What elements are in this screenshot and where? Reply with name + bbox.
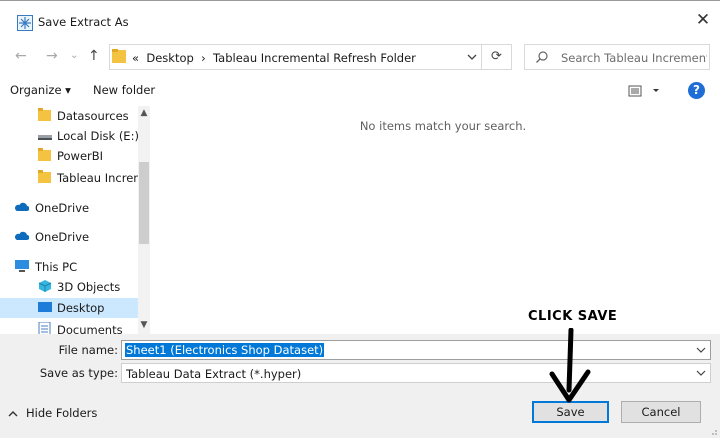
navigation-pane: Datasources Local Disk (E:) PowerBI Tabl… [0,106,149,334]
back-arrow-icon[interactable]: ← [15,49,27,63]
sidebar-item-label: PowerBI [57,149,104,163]
forward-arrow-icon[interactable]: → [46,49,58,63]
hide-folders-label: Hide Folders [26,406,98,420]
organize-menu-button[interactable]: Organize ▾ [10,83,71,97]
sidebar-item-datasources[interactable]: Datasources [0,106,138,126]
sidebar-item-tableau-folder[interactable]: Tableau Increme [0,168,149,188]
sidebar-item-documents[interactable]: Documents [0,320,138,334]
sidebar-item-onedrive-2[interactable]: OneDrive [0,227,138,247]
file-name-label: File name: [58,343,118,357]
new-folder-button[interactable]: New folder [93,83,155,97]
empty-message: No items match your search. [359,119,527,133]
search-placeholder: Search Tableau Incremental ... [561,51,707,65]
breadcrumb-item-folder[interactable]: Tableau Incremental Refresh Folder [213,51,416,65]
navigation-bar: ← → ⌄ ↑ « Desktop › Tableau Incremental … [0,38,720,76]
pc-icon [15,260,29,272]
window-title: Save Extract As [38,15,129,29]
sidebar-item-label: Tableau Increme [57,171,149,185]
breadcrumb-separator: › [201,51,206,65]
cloud-icon [15,231,29,240]
tableau-logo-icon [17,15,33,31]
search-input[interactable]: Search Tableau Incremental ... [524,44,710,70]
documents-icon [38,322,51,334]
click-save-annotation: CLICK SAVE [528,309,618,324]
view-options-icon[interactable] [628,84,664,98]
close-icon[interactable]: ✕ [693,10,713,30]
scroll-down-arrow-icon[interactable]: ▼ [138,318,150,332]
breadcrumb-item-desktop[interactable]: Desktop [146,51,193,65]
sidebar-item-label: Desktop [57,301,105,315]
file-list-area[interactable]: No items match your search. [150,106,720,334]
sidebar-item-local-disk[interactable]: Local Disk (E:) [0,126,139,146]
folder-icon [38,170,51,183]
breadcrumb-overflow[interactable]: « [132,51,139,65]
up-arrow-icon[interactable]: ↑ [88,49,100,63]
sidebar-item-label: OneDrive [35,230,90,244]
sidebar-item-label: Documents [57,323,123,334]
sidebar-item-label: 3D Objects [57,280,121,294]
sidebar-item-this-pc[interactable]: This PC [0,257,138,277]
recent-locations-icon[interactable]: ⌄ [70,49,78,63]
sidebar-item-label: Local Disk (E:) [57,129,139,143]
save-form: File name: Sheet1 (Electronics Shop Data… [0,334,720,438]
breadcrumb: « Desktop › Tableau Incremental Refresh … [132,51,416,65]
file-name-value: Sheet1 (Electronics Shop Dataset) [125,343,325,357]
chevron-up-icon [8,410,18,416]
search-icon [536,51,548,63]
hide-folders-button[interactable]: Hide Folders [8,406,97,420]
sidebar-item-onedrive-1[interactable]: OneDrive [0,198,138,218]
sidebar-item-powerbi[interactable]: PowerBI [0,146,138,166]
chevron-down-icon [696,370,706,376]
save-type-value: Tableau Data Extract (*.hyper) [126,367,302,381]
refresh-icon: ⟳ [491,49,502,64]
sidebar-item-label: OneDrive [35,201,90,215]
help-icon[interactable]: ? [688,82,705,99]
scroll-up-arrow-icon[interactable]: ▲ [138,106,150,120]
down-arrow-annotation-icon [549,328,591,403]
scroll-thumb[interactable] [139,162,149,244]
address-bar[interactable]: « Desktop › Tableau Incremental Refresh … [109,44,482,70]
chevron-down-icon[interactable] [696,344,706,356]
command-bar: Organize ▾ New folder ? [0,76,720,106]
cloud-icon [15,202,29,211]
sidebar-item-3d-objects[interactable]: 3D Objects [0,277,138,297]
sidebar-item-desktop[interactable]: Desktop [0,298,138,318]
resize-grip-icon[interactable] [708,426,718,436]
folder-icon [112,49,126,63]
save-type-label: Save as type: [39,366,118,380]
file-name-field[interactable]: Sheet1 (Electronics Shop Dataset) [121,340,711,360]
folder-icon [38,108,51,121]
cancel-button[interactable]: Cancel [621,401,701,423]
refresh-button[interactable]: ⟳ [482,44,512,70]
navigation-scrollbar[interactable]: ▲ ▼ [138,106,150,334]
chevron-down-icon[interactable] [466,49,478,65]
sidebar-item-label: Datasources [57,109,129,123]
drive-icon [38,135,52,140]
desktop-icon [38,302,52,312]
sidebar-item-label: This PC [35,260,78,274]
folder-icon [38,148,51,161]
save-type-select[interactable]: Tableau Data Extract (*.hyper) [121,363,711,383]
cube-icon [38,280,52,292]
title-bar: Save Extract As ✕ [0,0,720,38]
